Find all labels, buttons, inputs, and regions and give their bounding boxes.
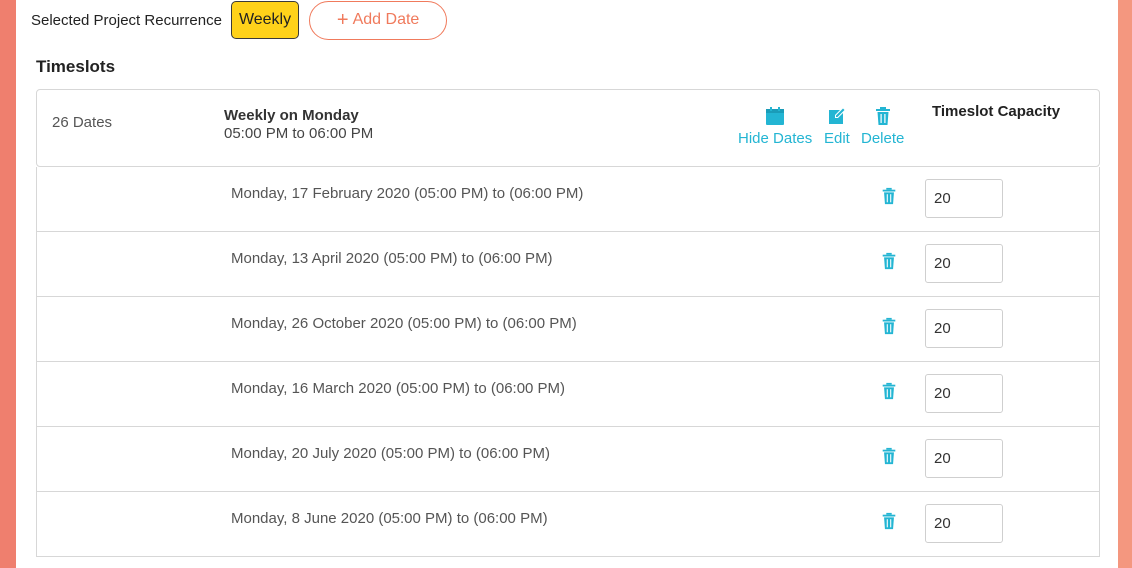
edit-icon: [828, 107, 846, 124]
delete-label: Delete: [861, 130, 905, 147]
date-row: Monday, 16 March 2020 (05:00 PM) to (06:…: [36, 362, 1100, 427]
hide-dates-label: Hide Dates: [738, 130, 813, 147]
date-row: Monday, 20 July 2020 (05:00 PM) to (06:0…: [36, 427, 1100, 492]
date-label: Monday, 26 October 2020 (05:00 PM) to (0…: [231, 315, 577, 332]
plus-icon: +: [336, 9, 349, 31]
edit-button[interactable]: Edit: [824, 106, 850, 147]
capacity-header: Timeslot Capacity: [932, 103, 1061, 120]
capacity-input[interactable]: [925, 504, 1003, 543]
schedule-title: Weekly on Monday: [224, 107, 359, 124]
date-label: Monday, 13 April 2020 (05:00 PM) to (06:…: [231, 250, 553, 267]
trash-icon[interactable]: [880, 186, 898, 206]
timeslot-panel: Selected Project Recurrence Weekly + Add…: [16, 0, 1118, 568]
delete-button[interactable]: Delete: [861, 106, 904, 147]
capacity-input[interactable]: [925, 309, 1003, 348]
add-date-label: Add Date: [352, 11, 420, 28]
timeslots-title: Timeslots: [36, 57, 116, 76]
edit-label: Edit: [824, 130, 850, 147]
timeslot-summary-card: 26 Dates Weekly on Monday 05:00 PM to 06…: [36, 89, 1100, 167]
date-row: Monday, 13 April 2020 (05:00 PM) to (06:…: [36, 232, 1100, 297]
add-date-button[interactable]: + Add Date: [309, 0, 448, 40]
trash-icon[interactable]: [880, 446, 898, 466]
capacity-input[interactable]: [925, 244, 1003, 283]
trash-icon: [875, 107, 890, 125]
trash-icon[interactable]: [880, 251, 898, 271]
dates-count: 26 Dates: [52, 114, 113, 131]
trash-icon[interactable]: [880, 381, 898, 401]
date-label: Monday, 8 June 2020 (05:00 PM) to (06:00…: [231, 510, 548, 527]
date-list: Monday, 17 February 2020 (05:00 PM) to (…: [36, 167, 1100, 557]
date-label: Monday, 17 February 2020 (05:00 PM) to (…: [231, 185, 584, 202]
date-row: Monday, 26 October 2020 (05:00 PM) to (0…: [36, 297, 1100, 362]
trash-icon[interactable]: [880, 316, 898, 336]
page-edge-right: [1118, 0, 1132, 568]
hide-dates-button[interactable]: Hide Dates: [738, 106, 812, 147]
date-row: Monday, 17 February 2020 (05:00 PM) to (…: [36, 167, 1100, 232]
page-edge-left: [0, 0, 16, 568]
capacity-input[interactable]: [925, 179, 1003, 218]
trash-icon[interactable]: [880, 511, 898, 531]
schedule-time-range: 05:00 PM to 06:00 PM: [224, 125, 374, 142]
date-label: Monday, 20 July 2020 (05:00 PM) to (06:0…: [231, 445, 551, 462]
capacity-input[interactable]: [925, 374, 1003, 413]
date-row: Monday, 8 June 2020 (05:00 PM) to (06:00…: [36, 492, 1100, 557]
recurrence-row: Selected Project Recurrence Weekly + Add…: [31, 0, 448, 40]
capacity-input[interactable]: [925, 439, 1003, 478]
recurrence-label: Selected Project Recurrence: [31, 11, 222, 29]
recurrence-badge: Weekly: [230, 1, 300, 39]
calendar-icon: [766, 107, 785, 125]
date-label: Monday, 16 March 2020 (05:00 PM) to (06:…: [231, 380, 566, 397]
